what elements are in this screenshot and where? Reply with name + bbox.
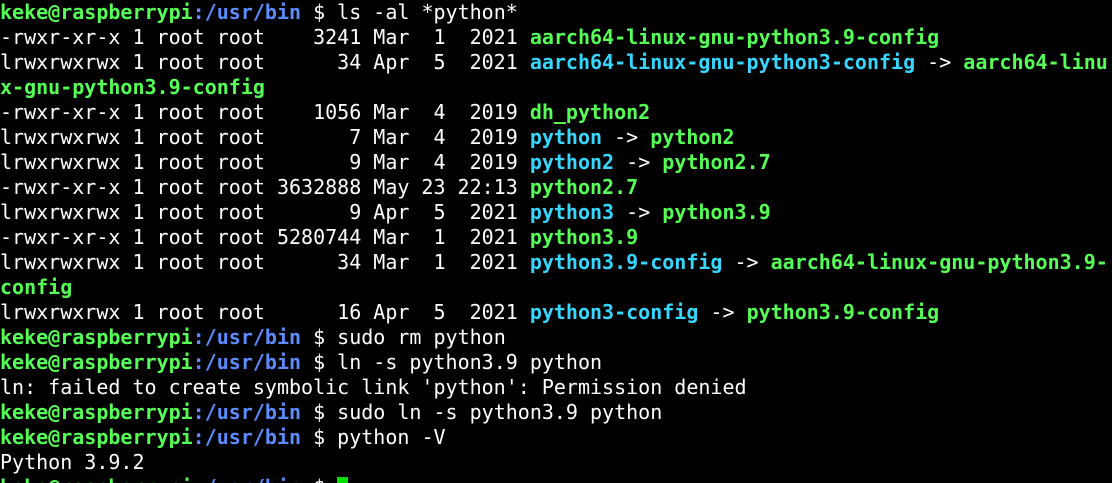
listing-row-wrap: x-gnu-python3.9-config: [0, 75, 1112, 100]
listing-meta: -rwxr-xr-x 1 root root 1056 Mar 4 2019: [0, 100, 530, 124]
listing-target: x-gnu-python3.9-config: [0, 75, 265, 99]
listing-meta: lrwxrwxrwx 1 root root 16 Apr 5 2021: [0, 300, 530, 324]
listing-row: lrwxrwxrwx 1 root root 16 Apr 5 2021 pyt…: [0, 300, 1112, 325]
listing-name: python3.9-config: [529, 250, 723, 274]
listing-target: python2: [650, 125, 735, 149]
prompt-user-host: keke@raspberrypi: [0, 350, 193, 374]
listing-meta: lrwxrwxrwx 1 root root 34 Apr 5 2021: [0, 50, 530, 74]
listing-name: aarch64-linux-gnu-python3.9-config: [529, 25, 940, 49]
prompt-line-sudo-ln: keke@raspberrypi:/usr/bin $ sudo ln -s p…: [0, 400, 1112, 425]
listing-row-wrap: config: [0, 275, 1112, 300]
listing-name: python2.7: [529, 175, 639, 199]
listing-arrow: ->: [614, 200, 663, 224]
prompt-path: :/usr/bin: [192, 400, 302, 424]
prompt-symbol: $: [301, 400, 338, 424]
prompt-user-host: keke@raspberrypi: [0, 475, 193, 483]
prompt-path: :/usr/bin: [192, 325, 302, 349]
listing-target: python2.7: [662, 150, 771, 174]
listing-name: dh_python2: [529, 100, 651, 124]
listing-row: lrwxrwxrwx 1 root root 9 Apr 5 2021 pyth…: [0, 200, 1112, 225]
prompt-line-ls: keke@raspberrypi:/usr/bin $ ls -al *pyth…: [0, 0, 1112, 25]
terminal-window[interactable]: keke@raspberrypi:/usr/bin $ ls -al *pyth…: [0, 0, 1112, 483]
command-text: sudo rm python: [337, 325, 506, 349]
prompt-line-version: keke@raspberrypi:/usr/bin $ python -V: [0, 425, 1112, 450]
prompt-line-rm: keke@raspberrypi:/usr/bin $ sudo rm pyth…: [0, 325, 1112, 350]
prompt-symbol: $: [301, 325, 338, 349]
listing-row: lrwxrwxrwx 1 root root 7 Mar 4 2019 pyth…: [0, 125, 1112, 150]
listing-name: python2: [529, 150, 615, 174]
text-cursor[interactable]: [337, 477, 349, 483]
listing-row: lrwxrwxrwx 1 root root 34 Apr 5 2021 aar…: [0, 50, 1112, 75]
prompt-path: :/usr/bin: [192, 0, 302, 24]
listing-meta: -rwxr-xr-x 1 root root 3241 Mar 1 2021: [0, 25, 530, 49]
listing-arrow: ->: [602, 125, 651, 149]
prompt-symbol: $: [301, 0, 338, 24]
prompt-user-host: keke@raspberrypi: [0, 400, 193, 424]
version-output: Python 3.9.2: [0, 450, 1112, 475]
listing-meta: -rwxr-xr-x 1 root root 3632888 May 23 22…: [0, 175, 530, 199]
prompt-symbol: $: [301, 350, 338, 374]
listing-target: config: [0, 275, 73, 299]
prompt-symbol: $: [301, 475, 337, 483]
error-output: ln: failed to create symbolic link 'pyth…: [0, 375, 1112, 400]
listing-meta: lrwxrwxrwx 1 root root 9 Mar 4 2019: [0, 150, 530, 174]
listing-meta: -rwxr-xr-x 1 root root 5280744 Mar 1 202…: [0, 225, 530, 249]
listing-name: python3-config: [529, 300, 699, 324]
prompt-user-host: keke@raspberrypi: [0, 325, 193, 349]
listing-meta: lrwxrwxrwx 1 root root 9 Apr 5 2021: [0, 200, 530, 224]
listing-target: aarch64-linux-gnu-python3.9-: [770, 250, 1108, 274]
listing-row: -rwxr-xr-x 1 root root 3632888 May 23 22…: [0, 175, 1112, 200]
listing-name: python3.9: [529, 225, 639, 249]
prompt-path: :/usr/bin: [192, 425, 302, 449]
listing-arrow: ->: [614, 150, 663, 174]
command-text: python -V: [337, 425, 446, 449]
prompt-user-host: keke@raspberrypi: [0, 425, 193, 449]
listing-name: python: [529, 125, 603, 149]
listing-target: python3.9-config: [746, 300, 940, 324]
listing-arrow: ->: [722, 250, 771, 274]
prompt-path: :/usr/bin: [192, 350, 302, 374]
listing-arrow: ->: [915, 50, 964, 74]
listing-name: aarch64-linux-gnu-python3-config: [529, 50, 916, 74]
version-text: Python 3.9.2: [0, 450, 145, 474]
listing-meta: lrwxrwxrwx 1 root root 7 Mar 4 2019: [0, 125, 530, 149]
listing-row: lrwxrwxrwx 1 root root 9 Mar 4 2019 pyth…: [0, 150, 1112, 175]
command-text: ln -s python3.9 python: [337, 350, 603, 374]
command-text: sudo ln -s python3.9 python: [337, 400, 663, 424]
listing-row: -rwxr-xr-x 1 root root 1056 Mar 4 2019 d…: [0, 100, 1112, 125]
prompt-symbol: $: [301, 425, 338, 449]
prompt-line-current[interactable]: keke@raspberrypi:/usr/bin $: [0, 475, 1112, 483]
command-text: ls -al *python*: [337, 0, 518, 24]
listing-row: lrwxrwxrwx 1 root root 34 Mar 1 2021 pyt…: [0, 250, 1112, 275]
listing-row: -rwxr-xr-x 1 root root 5280744 Mar 1 202…: [0, 225, 1112, 250]
error-text: ln: failed to create symbolic link 'pyth…: [0, 375, 747, 399]
listing-target: python3.9: [662, 200, 771, 224]
listing-meta: lrwxrwxrwx 1 root root 34 Mar 1 2021: [0, 250, 530, 274]
listing-arrow: ->: [698, 300, 747, 324]
listing-name: python3: [529, 200, 615, 224]
listing-row: -rwxr-xr-x 1 root root 3241 Mar 1 2021 a…: [0, 25, 1112, 50]
prompt-path: :/usr/bin: [193, 475, 301, 483]
prompt-line-ln: keke@raspberrypi:/usr/bin $ ln -s python…: [0, 350, 1112, 375]
listing-target: aarch64-linu: [963, 50, 1108, 74]
prompt-user-host: keke@raspberrypi: [0, 0, 193, 24]
